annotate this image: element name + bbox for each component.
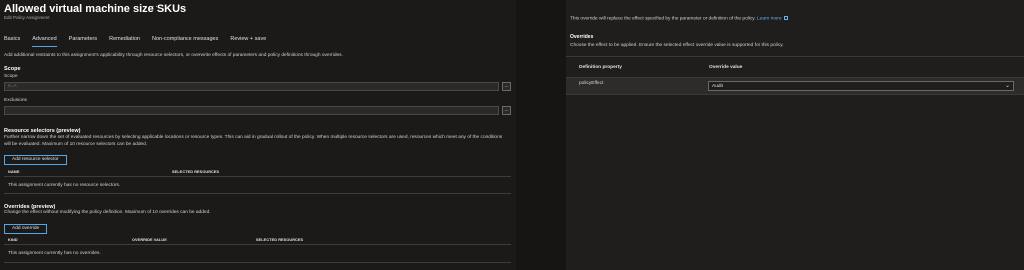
table-divider xyxy=(4,176,511,177)
exclusions-browse-button[interactable]: ... xyxy=(502,106,511,115)
override-intro: This override will replace the effect sp… xyxy=(570,16,788,22)
exclusions-field[interactable] xyxy=(4,106,499,115)
chevron-down-icon: ⌄ xyxy=(1004,83,1010,89)
page-subtitle: Edit Policy Assignment xyxy=(4,15,50,20)
add-override-button[interactable]: Add override xyxy=(4,224,48,234)
column-header-definition-property: Definition property xyxy=(579,65,622,70)
tab-parameters[interactable]: Parameters xyxy=(69,36,97,45)
more-options-button[interactable]: ··· xyxy=(148,1,159,11)
overrides-section-title: Overrides xyxy=(570,34,594,40)
learn-more-link[interactable]: Learn more xyxy=(757,17,782,22)
column-header-override-value[interactable]: OVERRIDE VALUE xyxy=(132,238,167,242)
column-header-selected-resources[interactable]: SELECTED RESOURCES xyxy=(172,170,219,174)
resource-selectors-heading: Resource selectors (preview) xyxy=(4,128,81,134)
override-value-selected: Audit xyxy=(712,84,723,89)
scope-label: Scope xyxy=(4,74,18,79)
resource-selectors-empty-message: This assignment currently has no resourc… xyxy=(8,183,121,188)
assignment-blade: Allowed virtual machine size SKUs ··· Ed… xyxy=(0,0,516,270)
exclusions-label: Exclusions xyxy=(4,98,27,103)
override-grid-row: policyEffect Audit ⌄ xyxy=(566,77,1024,95)
column-header-kind[interactable]: KIND xyxy=(8,238,18,242)
column-header-selected-resources[interactable]: SELECTED RESOURCES xyxy=(256,238,303,242)
override-grid-header: Definition property Override value xyxy=(566,56,1024,77)
advanced-description: Add additional restraints to this assign… xyxy=(4,53,343,58)
overrides-section-description: Choose the effect to be applied. Ensure … xyxy=(570,43,784,48)
overrides-description: Change the effect without modifying the … xyxy=(4,210,211,215)
resource-selectors-description: Further narrow down the set of evaluated… xyxy=(4,135,503,147)
panel-gutter xyxy=(516,0,566,270)
overrides-empty-message: This assignment currently has no overrid… xyxy=(8,251,101,256)
table-divider xyxy=(4,244,511,245)
tab-non-compliance-messages[interactable]: Non-compliance messages xyxy=(152,36,218,45)
add-resource-selector-button[interactable]: Add resource selector xyxy=(4,155,67,165)
tab-advanced[interactable]: Advanced xyxy=(32,36,58,47)
column-header-override-value: Override value xyxy=(709,65,743,70)
tab-bar: Basics Advanced Parameters Remediation N… xyxy=(4,36,278,47)
override-value-dropdown[interactable]: Audit ⌄ xyxy=(708,81,1014,91)
override-intro-text: This override will replace the effect sp… xyxy=(570,16,756,22)
table-divider xyxy=(4,262,511,263)
external-link-icon xyxy=(783,16,788,20)
table-divider xyxy=(4,193,511,194)
scope-heading: Scope xyxy=(4,66,21,72)
scope-browse-button[interactable]: ... xyxy=(502,82,511,91)
definition-property-cell: policyEffect xyxy=(579,81,604,86)
tab-basics[interactable]: Basics xyxy=(4,36,20,45)
column-header-name[interactable]: NAME xyxy=(8,170,20,174)
scope-field[interactable]: 0..A xyxy=(4,82,499,91)
tab-review-save[interactable]: Review + save xyxy=(230,36,266,45)
page-title: Allowed virtual machine size SKUs xyxy=(4,3,187,15)
override-panel: This override will replace the effect sp… xyxy=(566,0,1024,270)
tab-remediation[interactable]: Remediation xyxy=(109,36,140,45)
